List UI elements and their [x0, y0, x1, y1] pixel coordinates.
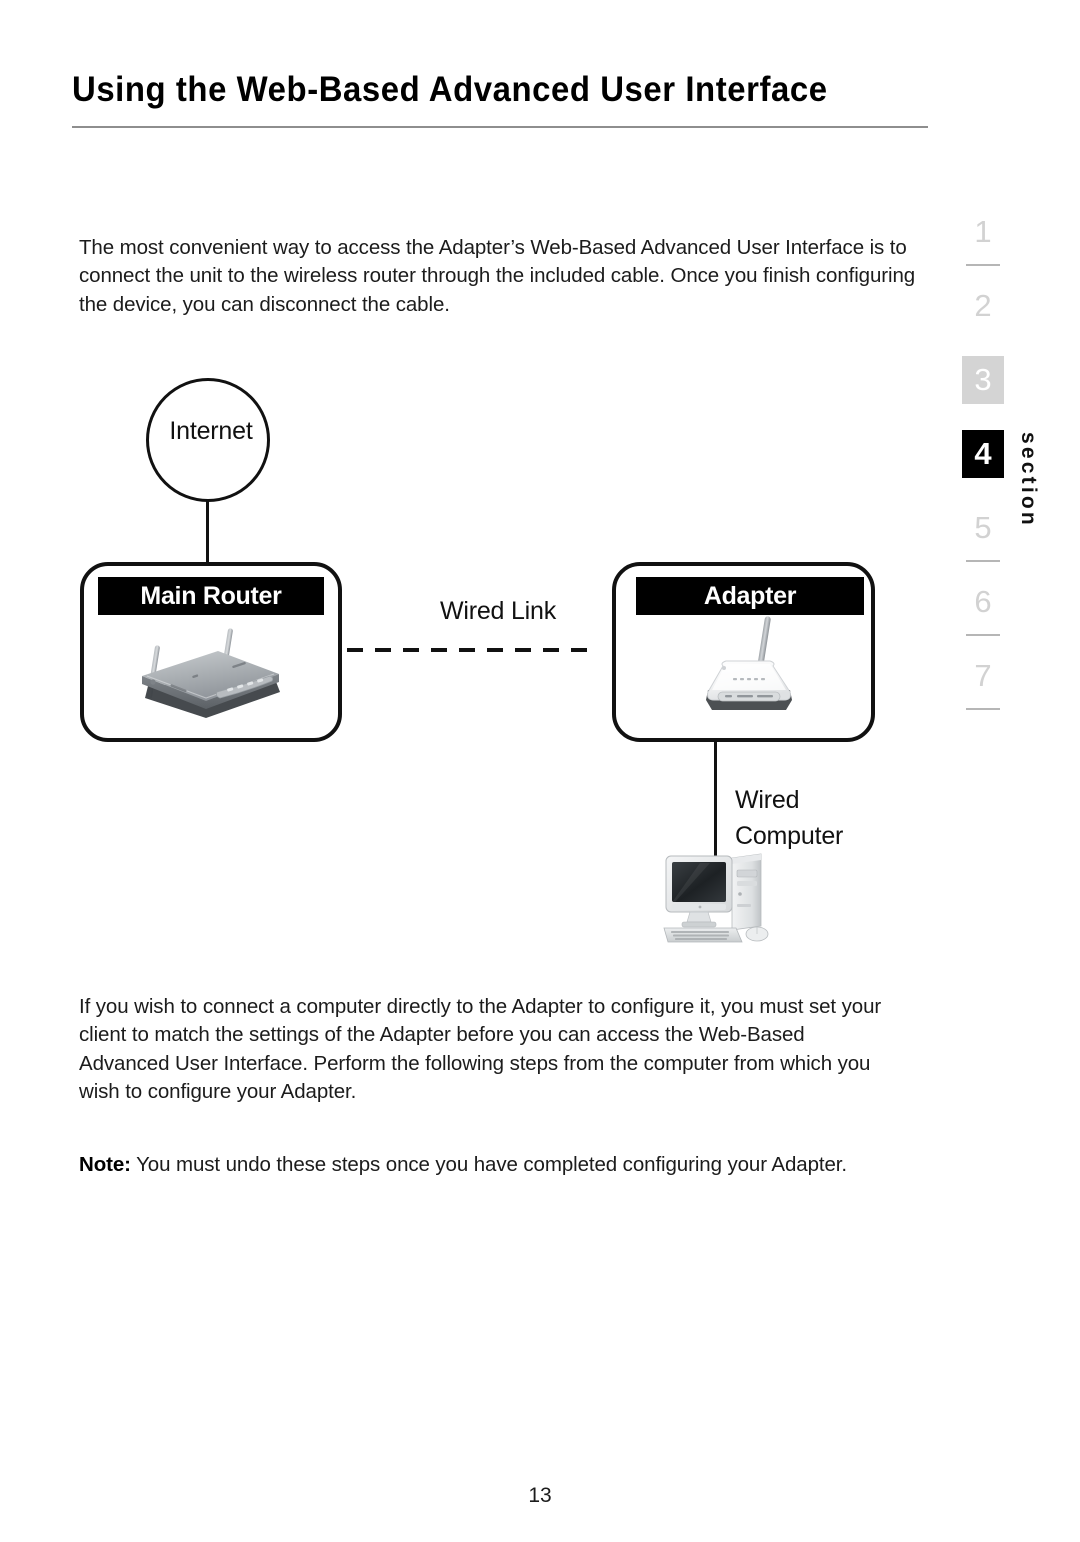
section-rail-divider-7: [966, 708, 1000, 710]
adapter-to-computer-connector: [714, 742, 717, 858]
section-rail-label: section: [1017, 432, 1040, 528]
section-marker-1[interactable]: 1: [962, 208, 1004, 256]
section-marker-4-active[interactable]: 4: [962, 430, 1004, 478]
network-topology-diagram: Internet Main Router Wired Link Adapter …: [0, 0, 1080, 1542]
section-marker-7[interactable]: 7: [962, 652, 1004, 700]
note-paragraph: Note: You must undo these steps once you…: [79, 1151, 909, 1179]
intro-paragraph: The most convenient way to access the Ad…: [79, 236, 916, 316]
section-marker-3[interactable]: 3: [962, 356, 1004, 404]
page-header: Using the Web-Based Advanced User Interf…: [72, 68, 928, 128]
wireless-router-icon: [128, 622, 294, 734]
main-router-title: Main Router: [140, 582, 282, 610]
wired-link-dashed-connector: [347, 648, 597, 652]
page-title: Using the Web-Based Advanced User Interf…: [72, 70, 828, 109]
section-marker-2[interactable]: 2: [962, 282, 1004, 330]
page-number: 13: [528, 1484, 552, 1507]
note-text: You must undo these steps once you have …: [130, 1153, 847, 1176]
main-router-title-bar: Main Router: [98, 577, 324, 615]
section-marker-6[interactable]: 6: [962, 578, 1004, 626]
section-rail-divider-5: [966, 560, 1000, 562]
section-rail-divider-1: [966, 264, 1000, 266]
note-label: Note:: [79, 1153, 131, 1176]
header-divider: [72, 126, 928, 128]
desktop-computer-icon: [660, 848, 782, 948]
section-rail-divider-6: [966, 634, 1000, 636]
wired-computer-label-line1: Wired: [735, 786, 800, 814]
wired-link-label: Wired Link: [439, 597, 557, 625]
internet-to-router-connector: [206, 500, 209, 564]
section-rail: 1 2 3 4 5 6 7: [962, 208, 1004, 728]
wired-computer-label: Wired Computer: [735, 782, 935, 854]
detail-paragraph: If you wish to connect a computer direct…: [79, 995, 882, 1104]
wireless-adapter-icon: [690, 608, 808, 730]
section-marker-5[interactable]: 5: [962, 504, 1004, 552]
internet-node: Internet: [146, 378, 270, 502]
internet-label: Internet: [169, 417, 253, 445]
